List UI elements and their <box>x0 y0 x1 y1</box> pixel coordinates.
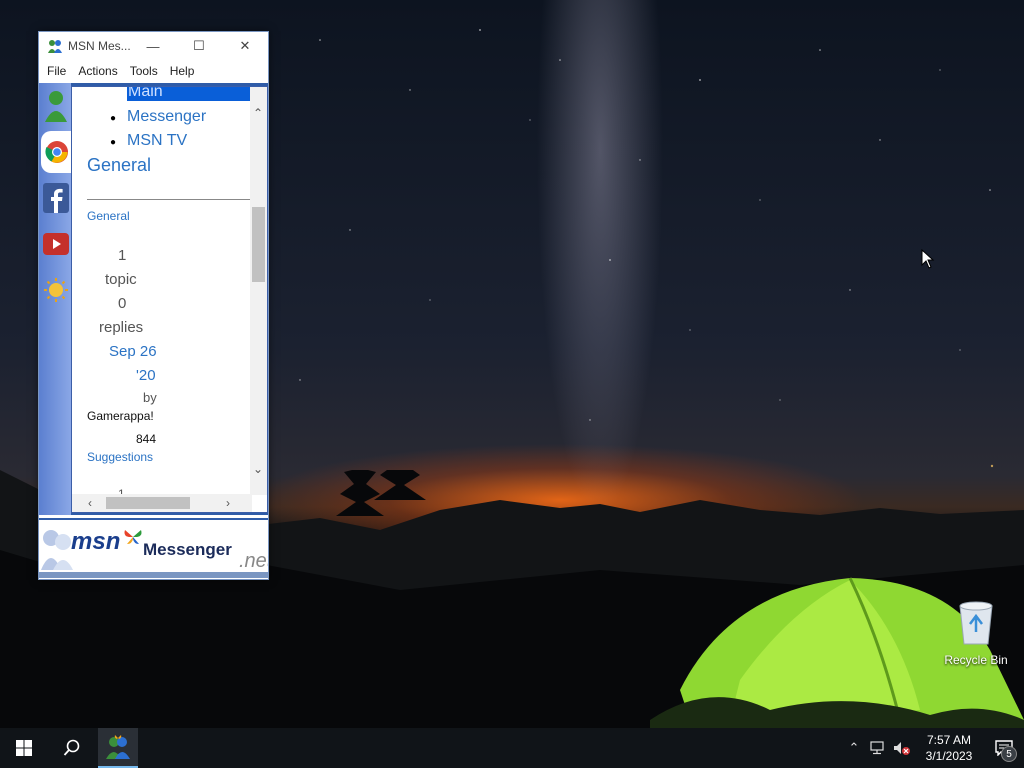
minimize-icon: — <box>146 38 160 54</box>
last-post-date[interactable]: Sep 26 <box>109 343 157 360</box>
divider <box>87 199 252 200</box>
taskbar-clock[interactable]: 7:57 AM 3/1/2023 <box>914 732 984 764</box>
tab-facebook[interactable] <box>41 177 71 219</box>
scroll-left-icon[interactable]: ‹ <box>88 497 92 509</box>
recycle-bin-label: Recycle Bin <box>944 653 1008 667</box>
topics-count: 1 <box>118 247 127 264</box>
taskbar-msn-messenger[interactable] <box>98 728 138 768</box>
category-link-general[interactable]: General <box>87 209 130 223</box>
mouse-cursor-icon <box>921 249 935 269</box>
scroll-down-icon[interactable]: ⌄ <box>253 463 263 475</box>
sun-icon <box>44 278 68 302</box>
volume-button[interactable] <box>890 728 914 768</box>
section-heading: General <box>87 155 152 175</box>
chevron-up-icon: ⌃ <box>848 740 860 755</box>
author-number[interactable]: 844 <box>136 432 156 446</box>
window-title: MSN Mes... <box>68 39 130 53</box>
web-content-pane[interactable]: Main ● Messenger ● MSN TV General Genera… <box>71 86 268 513</box>
horizontal-scroll-thumb[interactable] <box>106 497 190 509</box>
menu-file[interactable]: File <box>41 64 72 78</box>
msn-messenger-icon <box>48 40 62 53</box>
search-icon <box>63 739 80 756</box>
vertical-scroll-thumb[interactable] <box>252 207 265 282</box>
scroll-right-icon[interactable]: › <box>226 497 230 509</box>
recycle-bin-desktop-icon[interactable]: Recycle Bin <box>940 600 1012 667</box>
bullet-icon: ● <box>110 113 117 124</box>
menu-bar: File Actions Tools Help <box>39 60 268 82</box>
search-button[interactable] <box>48 728 96 768</box>
maximize-icon: ☐ <box>193 38 205 53</box>
action-center-button[interactable]: 5 <box>984 728 1024 768</box>
client-area: Main ● Messenger ● MSN TV General Genera… <box>39 83 268 515</box>
windows-logo-icon <box>16 740 32 756</box>
close-button[interactable]: ✕ <box>222 32 268 60</box>
author-name[interactable]: Gamerappa! <box>87 409 154 423</box>
network-icon <box>870 741 884 755</box>
msn-butterfly-icon <box>124 530 142 544</box>
menu-tools[interactable]: Tools <box>124 64 164 78</box>
last-post-year[interactable]: '20 <box>136 367 156 384</box>
youtube-icon <box>43 233 69 255</box>
tab-msn-today[interactable] <box>41 269 71 311</box>
clock-date: 3/1/2023 <box>925 749 973 763</box>
replies-count: 0 <box>118 295 127 312</box>
clock-time: 7:57 AM <box>926 733 972 747</box>
msn-logo-text: msn <box>71 528 121 555</box>
minimize-button[interactable]: — <box>130 32 176 60</box>
menu-actions[interactable]: Actions <box>72 64 123 78</box>
recycle-bin-icon <box>959 601 993 645</box>
tab-chrome[interactable] <box>41 131 73 173</box>
system-tray: ⌃ 7:57 AM 3/1/2023 5 <box>842 728 1024 768</box>
tab-contacts[interactable] <box>41 85 71 127</box>
msn-messenger-banner: msn Messenger .net <box>39 518 268 578</box>
network-button[interactable] <box>866 728 890 768</box>
facebook-icon <box>43 183 69 213</box>
tab-youtube[interactable] <box>41 223 71 265</box>
dotnet-logo-text: .net <box>239 550 268 572</box>
vertical-scrollbar[interactable]: ⌃ ⌄ <box>250 87 267 495</box>
banner-bottom-bar <box>39 572 268 578</box>
contacts-buddy-icon <box>45 91 67 122</box>
msn-messenger-window[interactable]: MSN Mes... — ☐ ✕ File Actions Tools Help <box>38 31 269 580</box>
tab-strip <box>39 83 73 515</box>
start-button[interactable] <box>0 728 48 768</box>
show-hidden-icons-button[interactable]: ⌃ <box>842 728 866 768</box>
topics-label: topic <box>105 271 137 288</box>
horizontal-scrollbar[interactable]: ‹ › <box>72 494 252 512</box>
replies-label: replies <box>99 319 144 336</box>
category-link-suggestions[interactable]: Suggestions <box>87 450 153 464</box>
taskbar: ⌃ 7:57 AM 3/1/2023 5 <box>0 728 1024 768</box>
maximize-button[interactable]: ☐ <box>176 32 222 60</box>
scroll-up-icon[interactable]: ⌃ <box>253 107 263 119</box>
title-bar[interactable]: MSN Mes... — ☐ ✕ <box>39 32 268 60</box>
nav-link-messenger[interactable]: Messenger <box>127 108 206 126</box>
chrome-icon <box>45 141 68 163</box>
msn-messenger-icon <box>106 735 130 759</box>
volume-muted-icon <box>894 742 910 755</box>
msn-buddies-logo-icon <box>41 530 73 570</box>
nav-link-msn-tv[interactable]: MSN TV <box>127 132 187 150</box>
messenger-logo-text: Messenger <box>143 540 232 559</box>
notification-count-badge: 5 <box>1001 746 1017 762</box>
by-label: by <box>143 390 157 405</box>
bullet-icon: ● <box>110 137 117 148</box>
close-icon: ✕ <box>239 38 251 53</box>
menu-help[interactable]: Help <box>164 64 201 78</box>
forum-content: Main ● Messenger ● MSN TV General Genera… <box>72 87 252 495</box>
selected-nav-item[interactable]: Main <box>127 87 252 101</box>
